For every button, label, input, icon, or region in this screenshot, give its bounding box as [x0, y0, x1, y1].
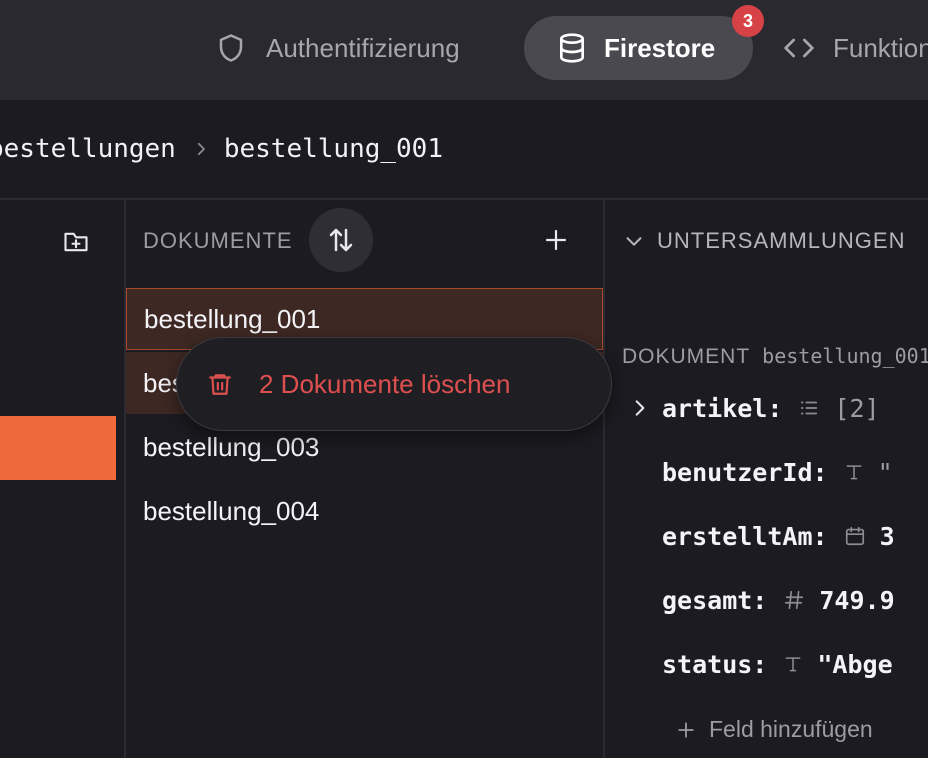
field-key: status:	[662, 649, 768, 679]
chevron-down-icon	[626, 237, 642, 246]
hash-icon	[783, 589, 805, 611]
subcollections-toggle[interactable]: UNTERSAMMLUNGEN	[623, 228, 905, 254]
document-detail-panel: UNTERSAMMLUNGEN DOKUMENT bestellung_001 a…	[605, 200, 928, 758]
tab-authentifizierung[interactable]: Authentifizierung	[216, 16, 460, 80]
active-collection-item[interactable]	[0, 416, 116, 480]
top-nav-bar: Authentifizierung Firestore 3 Funktionen	[0, 0, 928, 100]
field-value: "	[877, 457, 893, 487]
notification-badge: 3	[732, 5, 764, 37]
calendar-icon	[844, 525, 866, 547]
subcollections-header: UNTERSAMMLUNGEN	[657, 228, 906, 253]
field-key: erstelltAm:	[662, 521, 828, 551]
breadcrumb: bestellungen bestellung_001	[0, 100, 928, 200]
delete-documents-button[interactable]: 2 Dokumente löschen	[176, 337, 612, 431]
delete-label: 2 Dokumente löschen	[259, 368, 511, 399]
document-id: bestellung_001	[762, 344, 928, 368]
trash-icon	[209, 374, 231, 395]
field-row[interactable]: erstelltAm: 3	[662, 516, 895, 556]
plus-icon	[678, 721, 694, 738]
field-row[interactable]: gesamt: 749.9	[662, 580, 895, 620]
tab-firestore[interactable]: Firestore	[524, 16, 753, 80]
add-field-label: Feld hinzufügen	[709, 716, 873, 742]
tab-label: Funktionen	[833, 32, 928, 63]
text-type-icon	[844, 461, 864, 483]
tab-label: Authentifizierung	[266, 32, 460, 63]
field-value: "Abge	[817, 649, 893, 679]
documents-panel: DOKUMENTE bestellung_001 bestellung_002 …	[126, 200, 605, 758]
field-key: benutzerId:	[662, 457, 828, 487]
tab-label: Firestore	[604, 32, 716, 63]
field-value: 749.9	[819, 585, 895, 615]
sort-button[interactable]	[309, 208, 373, 272]
field-value: 3	[879, 521, 895, 551]
documents-header: DOKUMENTE	[143, 228, 293, 253]
breadcrumb-collection[interactable]: bestellungen	[0, 134, 176, 164]
field-value: [2]	[834, 393, 880, 423]
code-icon	[784, 38, 814, 58]
text-type-icon	[783, 653, 803, 675]
field-row[interactable]: artikel: [2]	[662, 388, 880, 428]
field-row[interactable]: status: "Abge	[662, 644, 893, 684]
list-icon	[798, 397, 820, 419]
collections-panel	[0, 200, 126, 758]
document-label: DOKUMENT bestellung_001	[622, 344, 928, 369]
sort-arrows-icon	[329, 228, 353, 252]
chevron-right-icon[interactable]	[630, 396, 650, 420]
add-field-button[interactable]: Feld hinzufügen	[677, 716, 873, 743]
breadcrumb-document[interactable]: bestellung_001	[224, 134, 443, 164]
field-key: gesamt:	[662, 585, 768, 615]
database-icon	[560, 33, 584, 63]
shield-icon	[219, 34, 243, 62]
tab-funktionen[interactable]: Funktionen	[783, 16, 928, 80]
add-folder-icon[interactable]	[62, 228, 90, 256]
chevron-right-icon	[192, 140, 210, 158]
document-row[interactable]: bestellung_004	[126, 480, 603, 542]
field-key: artikel:	[662, 393, 783, 423]
field-row[interactable]: benutzerId: "	[662, 452, 893, 492]
document-label-key: DOKUMENT	[622, 345, 751, 368]
add-document-icon[interactable]	[544, 228, 568, 252]
